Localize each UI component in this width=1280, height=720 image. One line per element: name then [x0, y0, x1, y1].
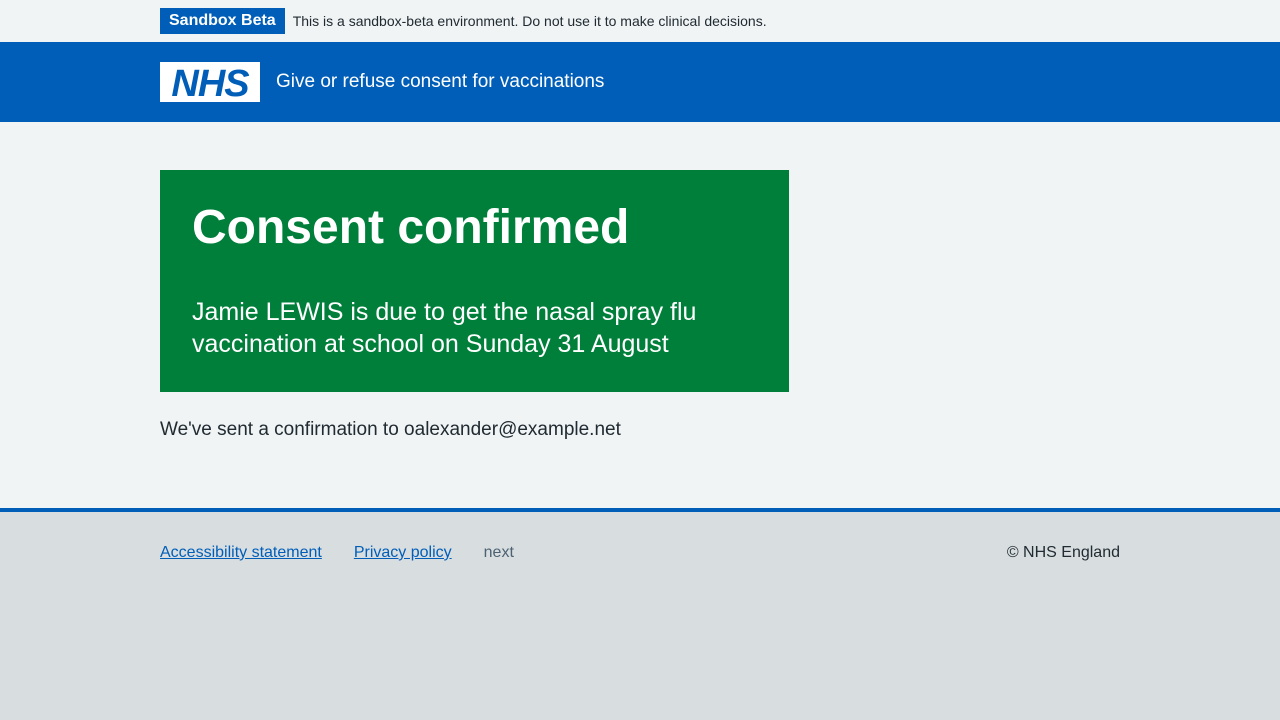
site-header: NHS Give or refuse consent for vaccinati… [0, 42, 1280, 122]
confirmation-panel: Consent confirmed Jamie LEWIS is due to … [160, 170, 789, 392]
main-content: Consent confirmed Jamie LEWIS is due to … [0, 122, 1280, 508]
environment-tag: Sandbox Beta [160, 8, 285, 34]
footer-links: Accessibility statement Privacy policy n… [160, 544, 1007, 562]
app-version: next [483, 544, 514, 561]
footer-copyright: © NHS England [1006, 544, 1120, 561]
footer-link-accessibility-statement[interactable]: Accessibility statement [160, 544, 322, 562]
nhs-logo-text: NHS [171, 63, 249, 102]
service-name-link[interactable]: Give or refuse consent for vaccinations [276, 71, 604, 93]
nhs-logo-icon: NHS [160, 62, 260, 102]
panel-body: Jamie LEWIS is due to get the nasal spra… [192, 298, 697, 358]
site-footer: Accessibility statement Privacy policy n… [0, 508, 1280, 720]
panel-title: Consent confirmed [192, 201, 630, 254]
environment-warning-text: This is a sandbox-beta environment. Do n… [292, 13, 767, 29]
footer-link-privacy-policy[interactable]: Privacy policy [354, 544, 452, 562]
confirmation-email-text: We've sent a confirmation to oalexander@… [160, 419, 621, 440]
nhs-logo-link[interactable]: NHS [160, 62, 260, 102]
environment-banner: Sandbox Beta This is a sandbox-beta envi… [0, 0, 1280, 42]
